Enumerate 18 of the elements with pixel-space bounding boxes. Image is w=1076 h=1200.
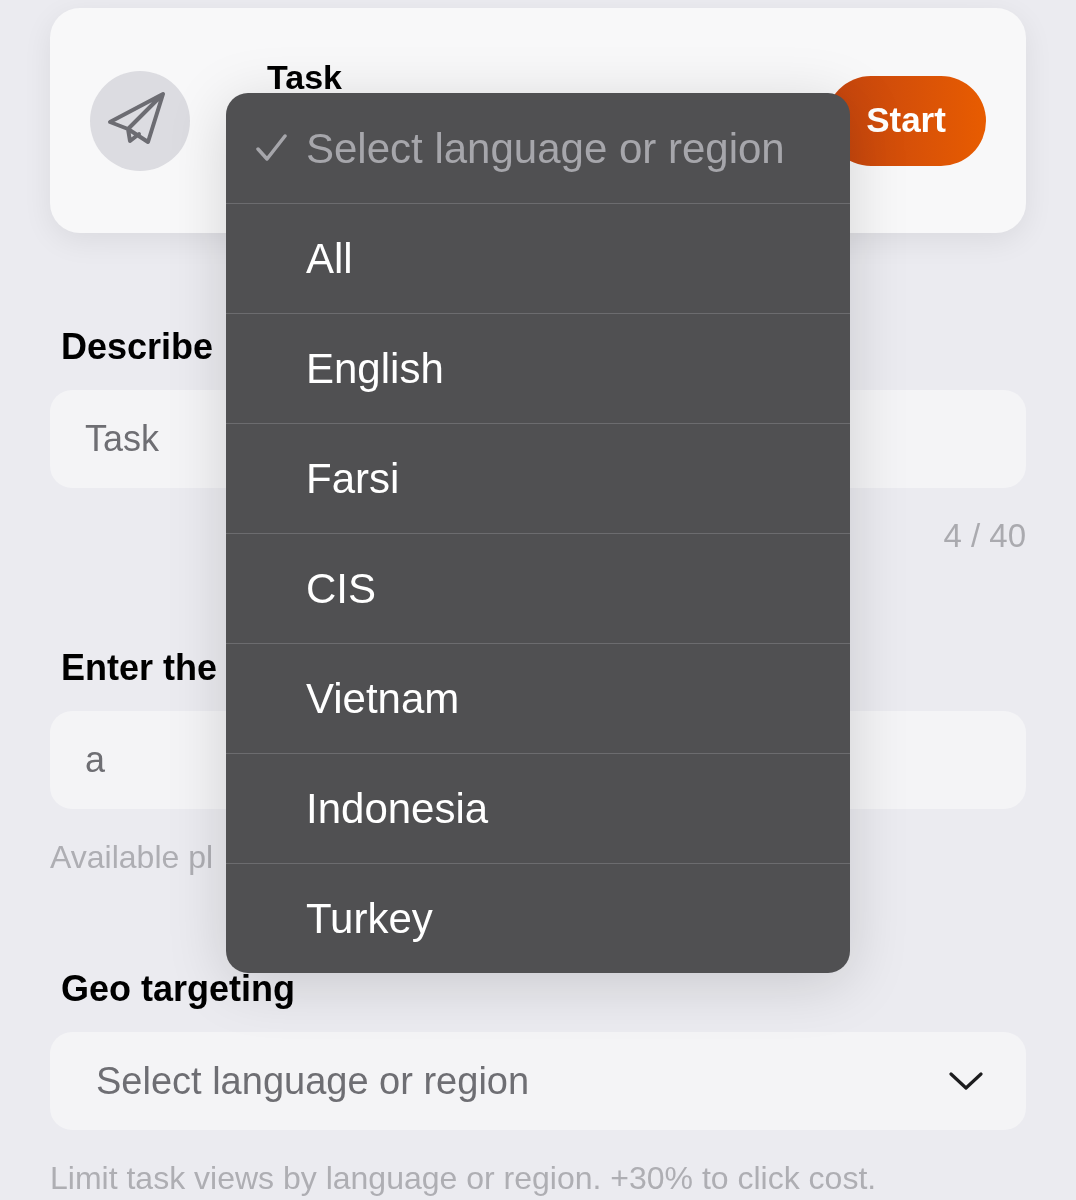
menu-option[interactable]: All [226, 203, 850, 313]
field-label: Geo targeting [61, 971, 296, 1007]
menu-option[interactable]: Turkey [226, 863, 850, 973]
menu-option[interactable]: Indonesia [226, 753, 850, 863]
character-counter: 4 / 40 [943, 518, 1026, 554]
menu-option[interactable]: English [226, 313, 850, 423]
check-icon [256, 134, 287, 162]
language-select[interactable]: Select language or region [50, 1032, 1026, 1130]
hint-text: Available pl [50, 839, 214, 875]
menu-option[interactable]: CIS [226, 533, 850, 643]
menu-option[interactable]: Vietnam [226, 643, 850, 753]
field-label: Enter the [61, 650, 218, 686]
menu-option[interactable]: Farsi [226, 423, 850, 533]
chevron-down-icon [949, 1071, 983, 1091]
paper-plane-icon [90, 70, 190, 171]
card-title: Task [267, 62, 342, 92]
field-label: Describe [61, 329, 214, 365]
hint-text: Limit task views by language or region. +30% to click cost. [50, 1160, 877, 1196]
